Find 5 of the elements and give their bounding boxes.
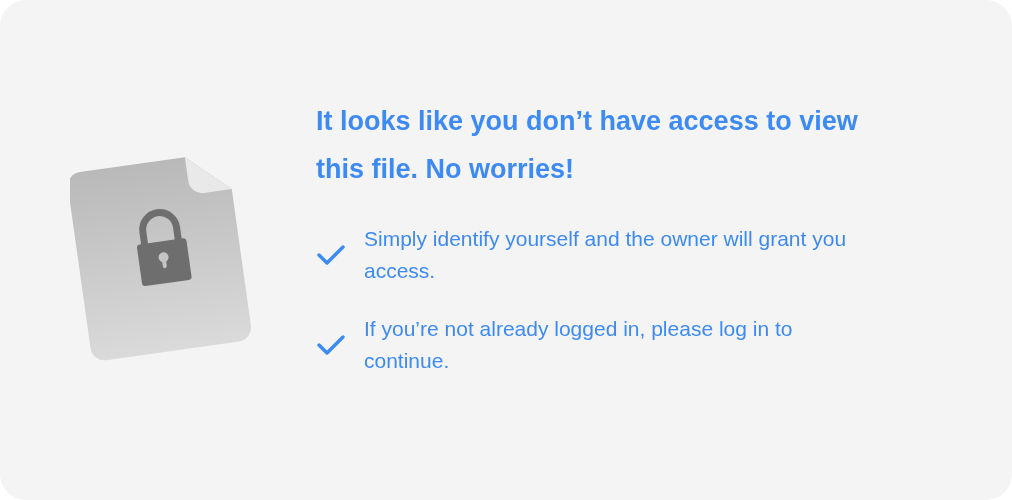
point-text: Simply identify yourself and the owner will grant you access. <box>364 226 848 284</box>
checkmark-icon <box>316 244 346 266</box>
checkmark-icon <box>316 334 346 356</box>
point-text: If you’re not already logged in, please log in to continue. <box>364 316 794 374</box>
heading: It looks like you don’t have access to view this file. No worries! <box>316 105 859 186</box>
